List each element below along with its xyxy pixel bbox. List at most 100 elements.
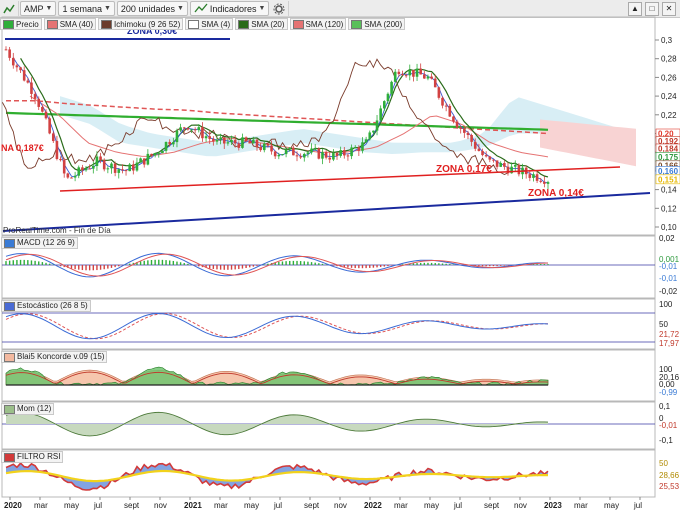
candle-body	[121, 169, 124, 171]
candle-body	[201, 127, 204, 139]
candle-body	[59, 158, 62, 161]
candle-body	[226, 142, 230, 144]
zona-left-label: NA 0,187€	[1, 143, 44, 153]
time-tick-label: may	[604, 501, 619, 510]
time-tick-label: nov	[334, 501, 347, 510]
candle-body	[208, 136, 212, 139]
candle-body	[455, 121, 459, 128]
candle-body	[481, 150, 484, 156]
candle-body	[412, 69, 415, 77]
stoch-title[interactable]: Estocástico (26 8 5)	[1, 300, 91, 312]
mom-axis-label: -0,01	[659, 421, 678, 430]
candle-body	[193, 129, 197, 131]
time-tick-label: jul	[453, 501, 462, 510]
candle-body	[117, 169, 121, 173]
candle-body	[346, 155, 350, 157]
candle-body	[302, 153, 306, 158]
candle-body	[299, 156, 302, 158]
candle-body	[430, 76, 433, 79]
ichimoku-cloud-bear	[540, 119, 636, 167]
stochastic-panel: 100 5021,7217,97	[2, 300, 680, 348]
time-tick-label: 2022	[364, 501, 382, 510]
candle-body	[332, 153, 335, 160]
candle-body	[70, 177, 73, 179]
candle-body	[372, 130, 375, 133]
macd-panel: 0,020,001-0,01-0,01-0,02	[2, 234, 680, 296]
time-tick-label: may	[64, 501, 79, 510]
candle-body	[528, 174, 532, 178]
candle-body	[423, 74, 426, 79]
time-tick-label: may	[424, 501, 439, 510]
indicator-legend: Precio SMA (40) Ichimoku (9 26 52) SMA (…	[0, 18, 406, 30]
candle-body	[11, 57, 15, 66]
price-tick-label: 0,22	[661, 111, 677, 120]
candle-body	[102, 160, 106, 170]
candle-body	[386, 93, 390, 102]
candle-body	[353, 147, 357, 149]
time-tick-label: 2020	[4, 501, 22, 510]
price-tick-label: 0,24	[661, 92, 677, 101]
candle-body	[361, 142, 364, 151]
chart-canvas[interactable]: ZONA 0,30€ NA 0,187€ ZONA 0,17€ ZONA 0,1…	[0, 0, 680, 511]
rsi-title[interactable]: FILTRO RSI	[1, 451, 64, 463]
candle-body	[182, 127, 186, 129]
source-label: ProRealTime.com - Fin de Día	[3, 226, 111, 235]
candle-body	[132, 164, 135, 171]
time-tick-label: sept	[124, 501, 140, 510]
candle-body	[397, 71, 401, 75]
candle-body	[466, 132, 470, 136]
macd-axis-label: -0,02	[659, 287, 678, 296]
candle-body	[252, 139, 255, 144]
price-tags: 0,200,1920,1840,1750,1660,1600,151	[655, 128, 680, 184]
legend-ichimoku[interactable]: Ichimoku (9 26 52)	[98, 18, 184, 30]
candle-body	[168, 141, 171, 145]
candle-body	[503, 163, 506, 167]
candle-body	[106, 168, 110, 170]
stoch-d-line	[5, 312, 548, 340]
candle-body	[51, 133, 55, 142]
legend-price[interactable]: Precio	[0, 18, 42, 30]
candle-body	[364, 139, 368, 143]
candle-body	[499, 163, 503, 167]
time-tick-label: mar	[574, 501, 588, 510]
legend-sma4[interactable]: SMA (4)	[185, 18, 234, 30]
legend-sma20[interactable]: SMA (20)	[235, 18, 288, 30]
candle-body	[164, 141, 168, 151]
candle-body	[404, 75, 408, 77]
candle-body	[532, 174, 535, 178]
candle-body	[77, 167, 81, 176]
candle-body	[222, 137, 226, 144]
macd-axis-label: -0,01	[659, 274, 678, 283]
mom-title[interactable]: Mom (12)	[1, 403, 55, 415]
candle-body	[310, 148, 313, 153]
stoch-axis-label: 21,72	[659, 330, 680, 339]
candle-body	[408, 69, 412, 76]
macd-title[interactable]: MACD (12 26 9)	[1, 237, 78, 249]
price-tick-label: 0,14	[661, 186, 677, 195]
legend-sma120[interactable]: SMA (120)	[289, 18, 347, 30]
candle-body	[342, 150, 346, 156]
candle-body	[273, 151, 277, 157]
candle-body	[124, 170, 128, 172]
candle-body	[368, 132, 372, 140]
candle-body	[55, 141, 59, 159]
candle-body	[448, 105, 452, 117]
time-tick-label: mar	[394, 501, 408, 510]
koncorde-title[interactable]: Blai5 Koncorde v.09 (15)	[1, 351, 108, 363]
time-tick-label: 2021	[184, 501, 202, 510]
candle-body	[84, 168, 88, 171]
candle-body	[244, 137, 248, 141]
candle-body	[266, 143, 270, 146]
legend-sma40[interactable]: SMA (40)	[43, 18, 97, 30]
candle-body	[357, 147, 361, 151]
candle-body	[128, 164, 131, 172]
stoch-axis-label: 17,97	[659, 339, 680, 348]
legend-sma200[interactable]: SMA (200)	[348, 18, 406, 30]
candle-body	[484, 155, 488, 157]
candle-body	[444, 105, 448, 107]
candle-body	[179, 127, 182, 131]
candle-body	[339, 150, 342, 156]
candle-body	[488, 156, 492, 160]
candle-body	[139, 158, 142, 163]
candle-body	[401, 74, 404, 76]
